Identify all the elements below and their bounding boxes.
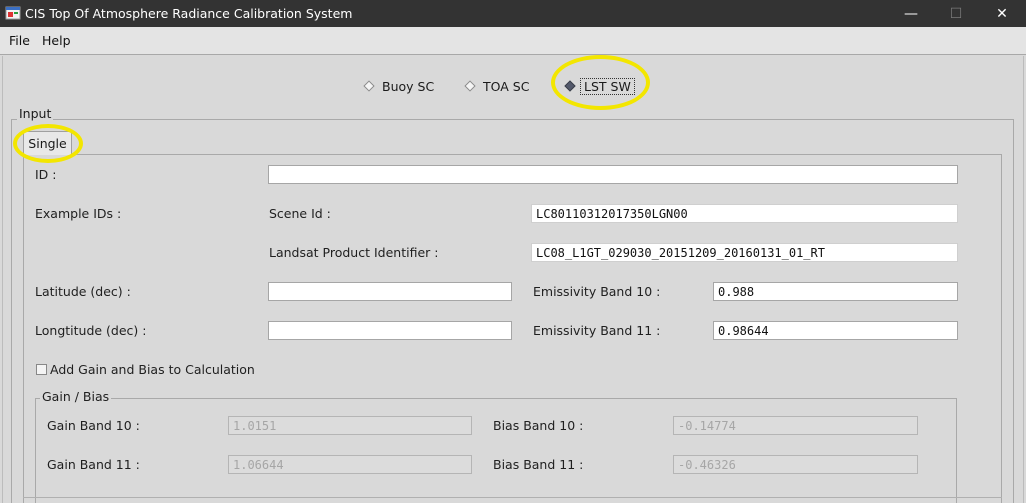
latitude-label: Latitude (dec) : bbox=[35, 284, 131, 299]
gain-bias-legend: Gain / Bias bbox=[40, 389, 112, 404]
app-window-icon bbox=[5, 6, 21, 20]
bias-b10-label: Bias Band 10 : bbox=[493, 418, 584, 433]
window-title: CIS Top Of Atmosphere Radiance Calibrati… bbox=[25, 6, 353, 21]
radio-toa-sc[interactable]: TOA SC bbox=[464, 78, 529, 94]
emissivity-b11-input[interactable]: 0.98644 bbox=[713, 321, 958, 340]
scene-id-field[interactable]: LC80110312017350LGN00 bbox=[531, 204, 958, 223]
gain-b10-input[interactable]: 1.0151 bbox=[228, 416, 472, 435]
radio-label: Buoy SC bbox=[382, 78, 435, 94]
bias-b11-input[interactable]: -0.46326 bbox=[673, 455, 918, 474]
product-id-label: Landsat Product Identifier : bbox=[269, 245, 439, 260]
gain-b11-input[interactable]: 1.06644 bbox=[228, 455, 472, 474]
gain-bias-checkbox[interactable] bbox=[36, 364, 47, 375]
diamond-empty-icon bbox=[363, 80, 375, 92]
latitude-input[interactable] bbox=[268, 282, 512, 301]
menu-bar: File Help bbox=[0, 27, 1026, 55]
highlight-single-tab bbox=[13, 124, 83, 163]
gain-b10-label: Gain Band 10 : bbox=[47, 418, 140, 433]
emissivity-b11-label: Emissivity Band 11 : bbox=[533, 323, 661, 338]
title-bar: CIS Top Of Atmosphere Radiance Calibrati… bbox=[0, 0, 1026, 27]
scene-id-label: Scene Id : bbox=[269, 206, 331, 221]
highlight-lst-sw bbox=[551, 55, 650, 110]
longitude-input[interactable] bbox=[268, 321, 512, 340]
example-ids-label: Example IDs : bbox=[35, 206, 122, 221]
menu-file[interactable]: File bbox=[9, 33, 30, 48]
panel-bottom-edge bbox=[23, 497, 1002, 498]
emissivity-b10-label: Emissivity Band 10 : bbox=[533, 284, 661, 299]
gain-b11-label: Gain Band 11 : bbox=[47, 457, 140, 472]
bias-b10-input[interactable]: -0.14774 bbox=[673, 416, 918, 435]
id-label: ID : bbox=[35, 167, 57, 182]
diamond-empty-icon bbox=[464, 80, 476, 92]
close-button[interactable]: ✕ bbox=[979, 0, 1025, 27]
bias-b11-label: Bias Band 11 : bbox=[493, 457, 584, 472]
menu-help[interactable]: Help bbox=[42, 33, 71, 48]
radio-buoy-sc[interactable]: Buoy SC bbox=[363, 78, 434, 94]
gain-bias-checkbox-label[interactable]: Add Gain and Bias to Calculation bbox=[50, 362, 255, 377]
input-group-legend: Input bbox=[17, 106, 54, 121]
minimize-button[interactable]: — bbox=[888, 0, 934, 27]
product-id-field[interactable]: LC08_L1GT_029030_20151209_20160131_01_RT bbox=[531, 243, 958, 262]
maximize-button[interactable]: ☐ bbox=[933, 0, 979, 27]
emissivity-b10-input[interactable]: 0.988 bbox=[713, 282, 958, 301]
radio-label: TOA SC bbox=[483, 78, 530, 94]
id-input[interactable] bbox=[268, 165, 958, 184]
longitude-label: Longtitude (dec) : bbox=[35, 323, 147, 338]
gain-bias-group-box bbox=[35, 398, 957, 503]
